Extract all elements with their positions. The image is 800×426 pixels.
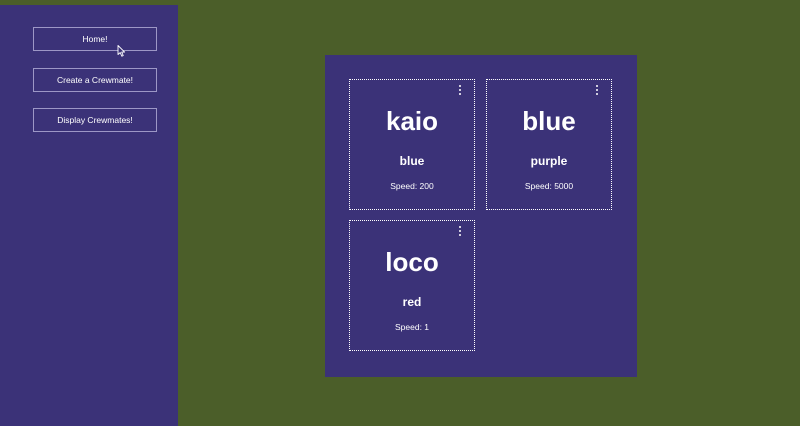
home-button[interactable]: Home! <box>33 27 157 51</box>
create-crewmate-button[interactable]: Create a Crewmate! <box>33 68 157 92</box>
crewmate-card[interactable]: blue purple Speed: 5000 <box>486 79 612 210</box>
crewmate-card[interactable]: loco red Speed: 1 <box>349 220 475 351</box>
crewmate-speed: Speed: 5000 <box>524 181 574 191</box>
display-crewmates-button[interactable]: Display Crewmates! <box>33 108 157 132</box>
crewmate-color: red <box>402 295 422 309</box>
kebab-menu-icon[interactable] <box>457 226 463 236</box>
crewmate-speed: Speed: 1 <box>394 322 430 332</box>
crewmate-name: loco <box>385 247 439 277</box>
crewmate-name: blue <box>522 106 576 136</box>
crewmate-speed: Speed: 200 <box>390 181 434 191</box>
crewmate-color: blue <box>399 154 425 168</box>
sidebar: Home! Create a Crewmate! Display Crewmat… <box>0 5 178 426</box>
crewmate-card[interactable]: kaio blue Speed: 200 <box>349 79 475 210</box>
kebab-menu-icon[interactable] <box>594 85 600 95</box>
crewmate-gallery: kaio blue Speed: 200 blue purple Speed: … <box>325 55 637 377</box>
mouse-cursor-icon <box>117 45 126 57</box>
kebab-menu-icon[interactable] <box>457 85 463 95</box>
crewmate-name: kaio <box>385 106 439 136</box>
crewmate-color: purple <box>530 154 568 168</box>
